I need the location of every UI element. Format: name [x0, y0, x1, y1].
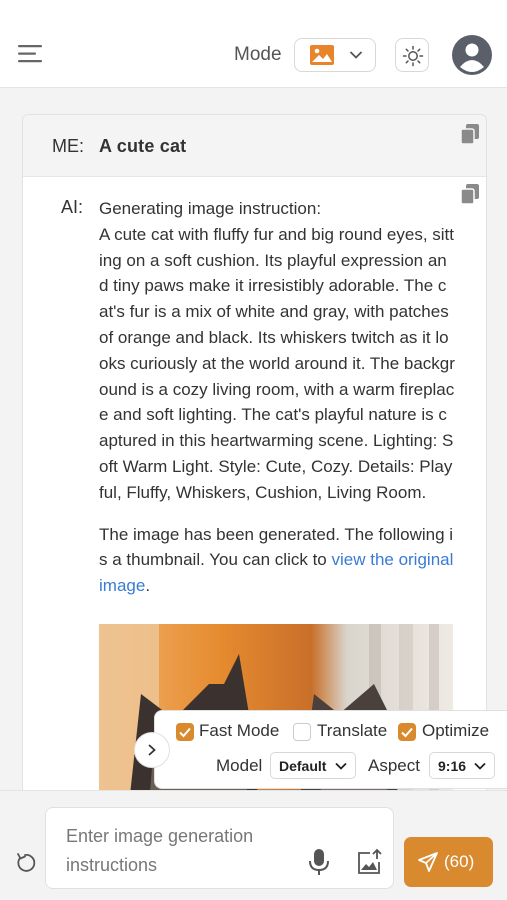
- ai-result-end: .: [145, 576, 151, 596]
- fast-mode-checkbox[interactable]: [176, 723, 194, 741]
- aspect-label: Aspect: [368, 756, 420, 775]
- optimize-checkbox[interactable]: [398, 723, 416, 741]
- chevron-down-icon: [335, 762, 347, 770]
- send-button[interactable]: (60): [404, 837, 493, 887]
- user-avatar-icon[interactable]: [452, 35, 492, 75]
- ai-intro-text: Generating image instruction:: [99, 199, 322, 218]
- translate-label[interactable]: Translate: [317, 721, 387, 741]
- me-label: ME:: [52, 136, 85, 156]
- user-message-text: A cute cat: [99, 136, 187, 156]
- chat-panel: ME: A cute cat AI: Generating image inst…: [22, 114, 487, 790]
- check-icon: [401, 727, 413, 738]
- copy-icon[interactable]: [460, 183, 480, 205]
- chevron-right-icon: [148, 744, 156, 756]
- send-credits-count: (60): [444, 852, 475, 871]
- generation-options-panel: Fast Mode Translate Optimize Model Defau…: [154, 710, 507, 789]
- image-icon: [310, 45, 334, 65]
- ai-instruction-text: A cute cat with fluffy fur and big round…: [99, 224, 455, 502]
- mode-select[interactable]: [294, 38, 376, 72]
- sun-icon: [402, 45, 424, 67]
- check-icon: [179, 727, 191, 738]
- chevron-down-icon: [349, 51, 363, 59]
- model-label: Model: [216, 756, 263, 775]
- reset-icon[interactable]: [14, 851, 38, 875]
- image-upload-icon[interactable]: [355, 848, 383, 876]
- mode-label: Mode: [234, 44, 282, 65]
- microphone-icon[interactable]: [308, 848, 330, 876]
- translate-checkbox[interactable]: [293, 723, 311, 741]
- ai-message: Generating image instruction: A cute cat…: [99, 196, 455, 615]
- input-bar: Enter image generation instructions (60): [0, 790, 507, 900]
- model-select-value: Default: [279, 758, 327, 774]
- prompt-input-placeholder: Enter image generation instructions: [66, 826, 254, 875]
- chevron-down-icon: [474, 762, 486, 770]
- send-icon: [418, 852, 438, 872]
- hamburger-menu-icon[interactable]: [16, 42, 44, 66]
- model-select[interactable]: Default: [270, 752, 356, 779]
- copy-icon[interactable]: [460, 123, 480, 145]
- theme-toggle-button[interactable]: [395, 38, 429, 72]
- user-message-row: ME: A cute cat: [23, 115, 486, 177]
- optimize-label[interactable]: Optimize: [422, 721, 489, 741]
- app-header: Mode: [0, 0, 507, 88]
- expand-options-button[interactable]: [134, 732, 170, 768]
- aspect-select-value: 9:16: [438, 758, 467, 774]
- prompt-input[interactable]: Enter image generation instructions: [45, 807, 394, 889]
- ai-label: AI:: [61, 197, 84, 217]
- fast-mode-label[interactable]: Fast Mode: [199, 721, 279, 741]
- aspect-select[interactable]: 9:16: [429, 752, 495, 779]
